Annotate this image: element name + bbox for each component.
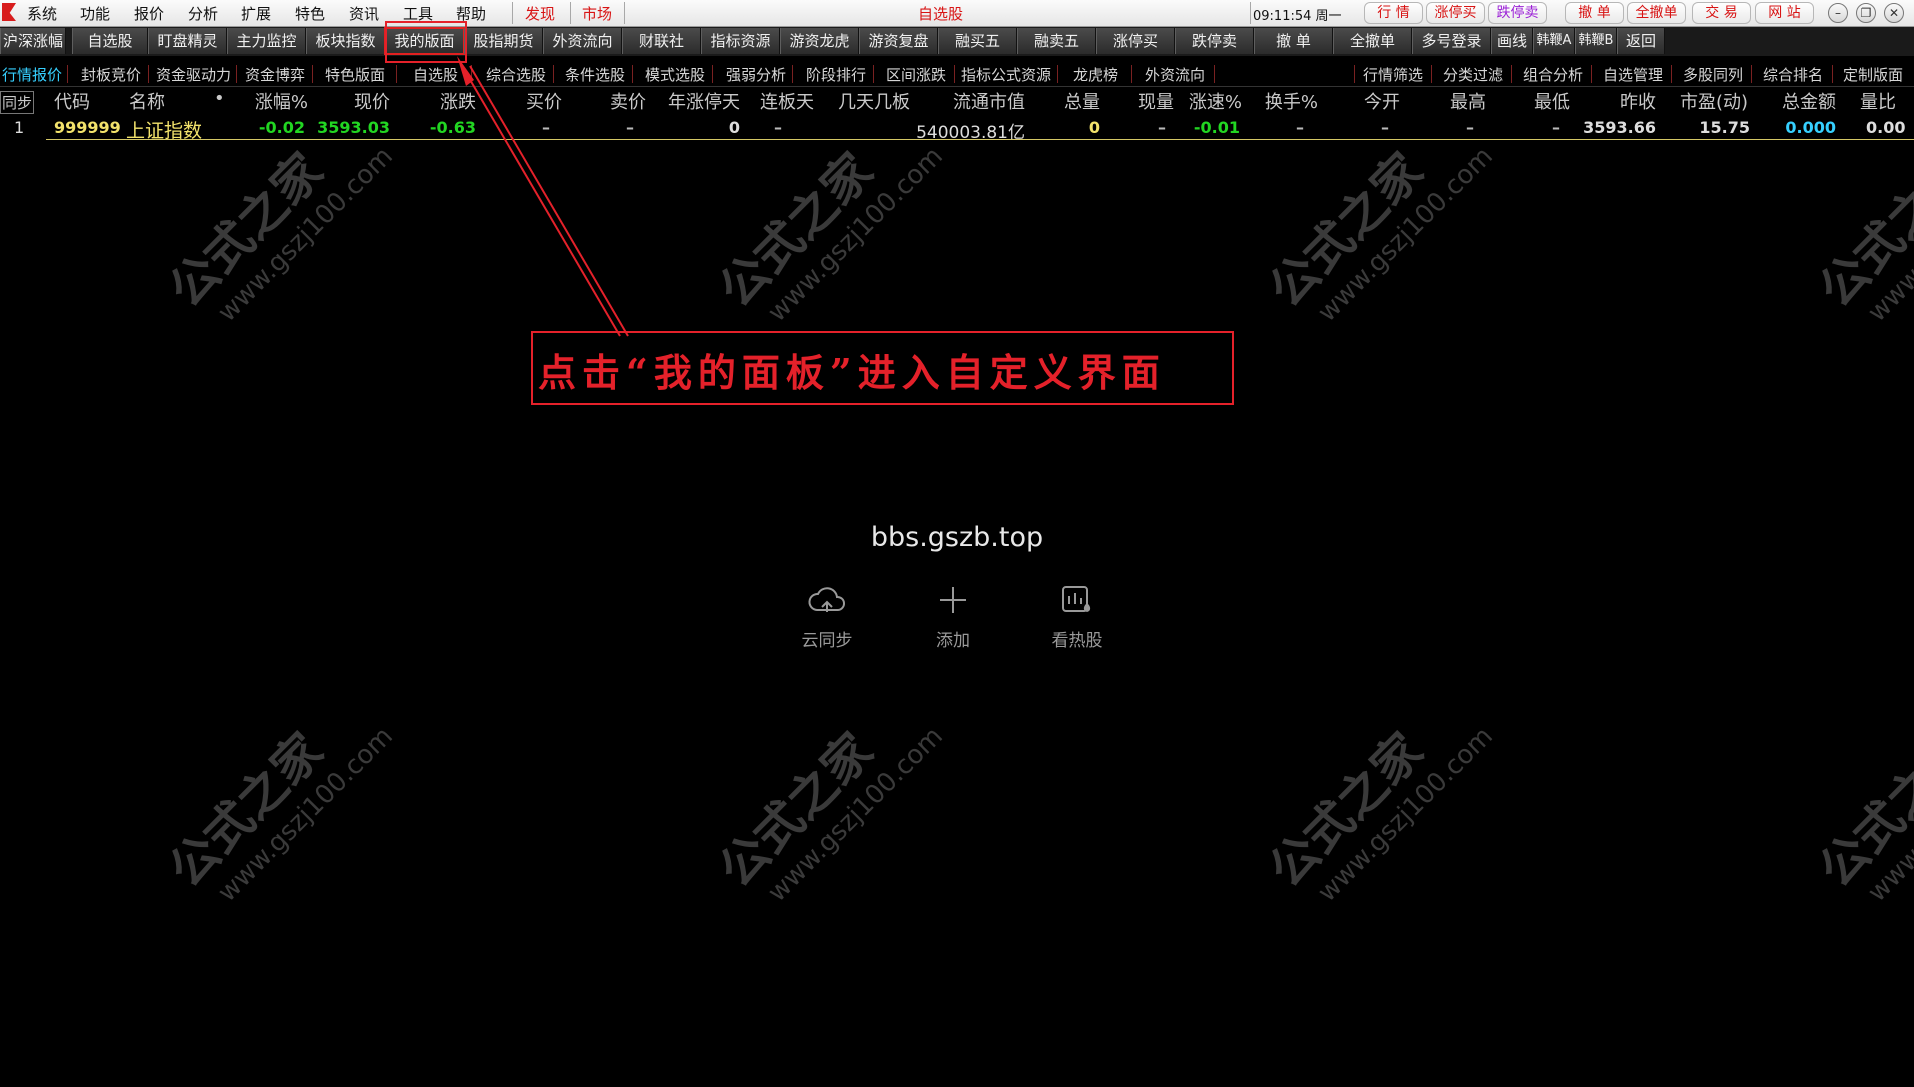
hot-stock-action[interactable]: 看热股 [1027, 580, 1127, 651]
add-label: 添加 [936, 631, 970, 651]
hot-stock-label: 看热股 [1051, 631, 1103, 651]
arrow-line [461, 65, 621, 337]
arrow-line [469, 65, 629, 337]
cloud-sync-label: 云同步 [801, 631, 853, 651]
cloud-sync-action[interactable]: 云同步 [777, 580, 877, 651]
annotation-text: 点击“我的面板”进入自定义界面 [538, 350, 1166, 395]
hot-stock-icon [1027, 580, 1127, 620]
plus-icon [903, 580, 1003, 620]
cloud-sync-icon [777, 580, 877, 620]
highlight-frame [385, 21, 467, 63]
add-action[interactable]: 添加 [903, 580, 1003, 651]
site-url: bbs.gszb.top [870, 522, 1044, 553]
